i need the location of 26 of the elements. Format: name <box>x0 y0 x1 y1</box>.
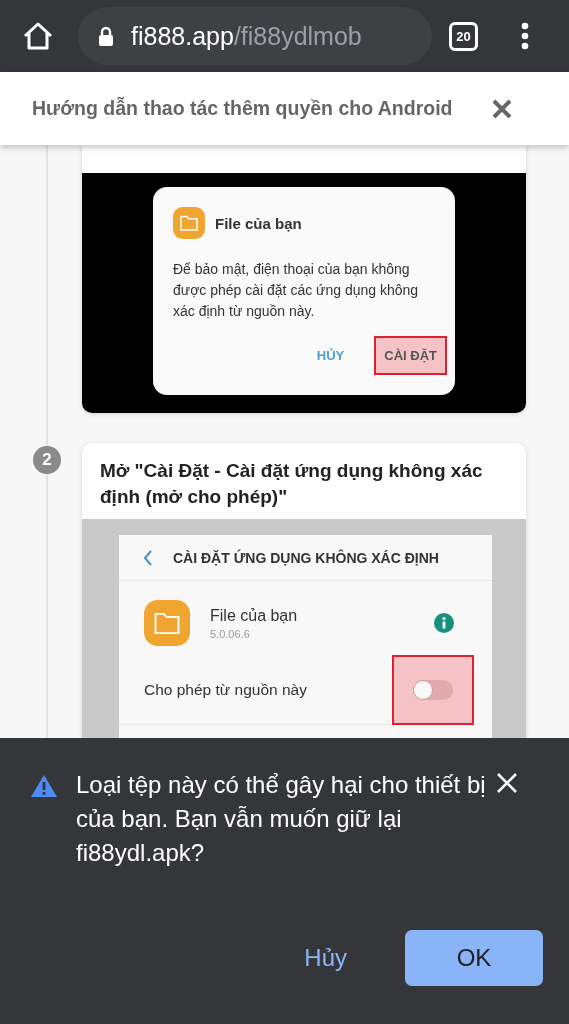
home-icon[interactable] <box>22 21 54 51</box>
warning-message: Loại tệp này có thể gây hại cho thiết bị của bạn. Bạn vẫn muốn giữ lại fi88ydl.apk? <box>76 770 486 868</box>
menu-icon[interactable] <box>521 22 529 50</box>
ok-button[interactable]: OK <box>405 930 543 986</box>
step-title: Mở "Cài Đặt - Cài đặt ứng dụng không xác định (mở cho phép)" <box>99 459 484 509</box>
app-version: 5.0.06.6 <box>210 627 251 640</box>
cancel-button[interactable]: Hủy <box>304 938 347 978</box>
toggle-switch[interactable] <box>413 679 454 700</box>
page-title: Hướng dẫn thao tác thêm quyền cho Android <box>32 97 453 120</box>
install-button[interactable]: CÀI ĐẶT <box>374 336 447 375</box>
toggle-label: Cho phép từ nguồn này <box>144 680 308 699</box>
info-icon[interactable] <box>434 613 454 633</box>
close-icon[interactable] <box>491 98 512 119</box>
step-number: 2 <box>33 446 61 474</box>
app-name: File của bạn <box>210 606 299 625</box>
tab-count-button[interactable]: 20 <box>449 21 478 51</box>
address-bar[interactable]: fi888.app/fi88ydlmob <box>78 7 432 65</box>
folder-icon <box>173 207 205 239</box>
url-text: fi888.app/fi88ydlmob <box>131 21 362 51</box>
dialog-message: Để bảo mật, điện thoại của bạn không được phép cài đặt các ứng dụng không xác định từ nguồn này. <box>173 260 420 321</box>
back-icon[interactable] <box>143 548 153 567</box>
warning-icon <box>30 774 58 798</box>
lock-icon <box>98 25 114 47</box>
settings-title: CÀI ĐẶT ỨNG DỤNG KHÔNG XÁC ĐỊNH <box>173 549 439 566</box>
app-name: File của bạn <box>215 214 302 232</box>
folder-icon <box>144 600 190 646</box>
